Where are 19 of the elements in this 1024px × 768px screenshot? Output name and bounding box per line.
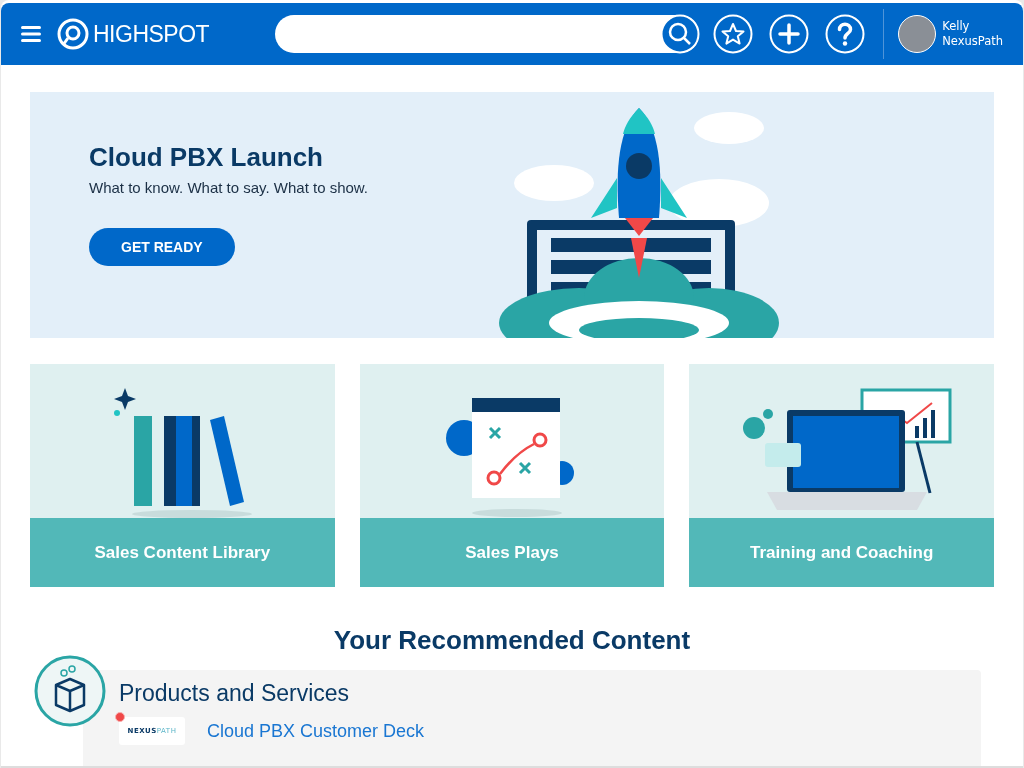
menu-icon[interactable] xyxy=(21,26,41,42)
card-label: Sales Plays xyxy=(359,518,665,587)
document-link[interactable]: Cloud PBX Customer Deck xyxy=(207,720,425,742)
logo-icon xyxy=(57,18,89,50)
card-label: Sales Content Library xyxy=(30,518,335,587)
banner-subtitle: What to know. What to say. What to show. xyxy=(89,179,368,196)
search-icon[interactable] xyxy=(660,14,701,54)
get-ready-button[interactable]: GET READY xyxy=(89,228,235,266)
plus-icon[interactable] xyxy=(769,14,810,54)
avatar[interactable] xyxy=(898,15,937,53)
panel-title: Products and Services xyxy=(119,680,351,707)
user-last-name: NexusPath xyxy=(942,34,1003,49)
banner-title: Cloud PBX Launch xyxy=(89,142,324,173)
search-field[interactable] xyxy=(275,15,700,53)
card-label: Training and Coaching xyxy=(689,518,994,587)
user-first-name: Kelly xyxy=(942,19,971,34)
section-heading: Your Recommended Content xyxy=(332,625,692,656)
logo-text: HIGHSPOT xyxy=(93,20,210,48)
help-icon[interactable] xyxy=(825,14,866,54)
